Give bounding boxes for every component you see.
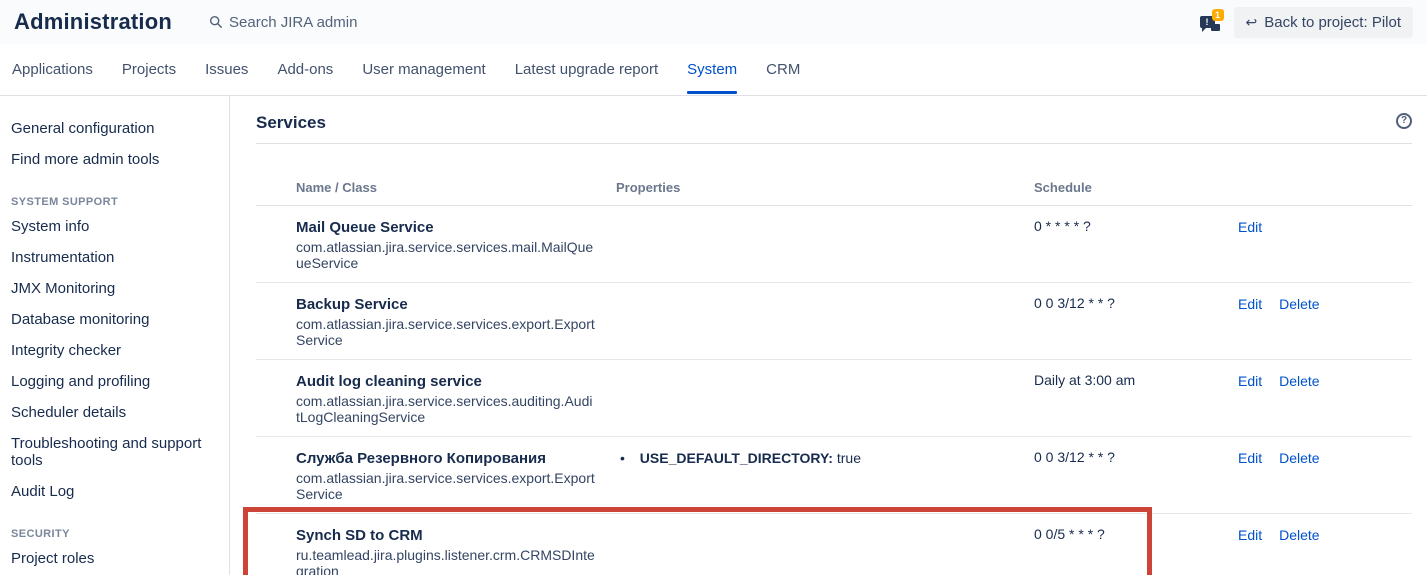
main-content: Services ? Name / Class Properties Sched… (230, 96, 1427, 575)
admin-nav-tabs: Applications Projects Issues Add-ons Use… (0, 44, 1427, 96)
edit-link[interactable]: Edit (1238, 372, 1262, 391)
notification-badge: 1 (1212, 9, 1224, 21)
page-title: Administration (14, 9, 172, 35)
sidebar-item-troubleshooting[interactable]: Troubleshooting and support tools (11, 428, 205, 476)
speech-bubble-small-icon (1211, 24, 1220, 31)
tab-projects[interactable]: Projects (122, 44, 176, 95)
delete-link[interactable]: Delete (1279, 526, 1319, 545)
table-row: Audit log cleaning service com.atlassian… (256, 360, 1412, 437)
delete-link[interactable]: Delete (1279, 449, 1319, 468)
service-schedule: 0 * * * * ? (1034, 206, 1228, 245)
search-input[interactable] (229, 14, 449, 31)
sidebar-heading-system-support: SYSTEM SUPPORT (11, 196, 205, 208)
tab-add-ons[interactable]: Add-ons (277, 44, 333, 95)
table-header-row: Name / Class Properties Schedule (256, 144, 1412, 206)
service-property: USE_DEFAULT_DIRECTORY: true (616, 449, 1034, 468)
tab-crm[interactable]: CRM (766, 44, 800, 95)
edit-link[interactable]: Edit (1238, 218, 1262, 237)
column-header-properties: Properties (616, 144, 1034, 205)
delete-link[interactable]: Delete (1279, 372, 1319, 391)
edit-link[interactable]: Edit (1238, 449, 1262, 468)
tab-applications[interactable]: Applications (12, 44, 93, 95)
admin-search (209, 14, 449, 31)
service-class: com.atlassian.jira.service.services.expo… (296, 470, 596, 502)
edit-link[interactable]: Edit (1238, 526, 1262, 545)
services-table: Name / Class Properties Schedule Mail Qu… (256, 144, 1412, 575)
sidebar-item-project-roles[interactable]: Project roles (11, 543, 205, 574)
tab-system[interactable]: System (687, 44, 737, 95)
service-schedule: 0 0 3/12 * * ? (1034, 437, 1228, 476)
back-button-label: Back to project: Pilot (1264, 14, 1401, 31)
service-schedule: 0 0 3/12 * * ? (1034, 283, 1228, 322)
sidebar-item-instrumentation[interactable]: Instrumentation (11, 242, 205, 273)
sidebar-item-database-monitoring[interactable]: Database monitoring (11, 304, 205, 335)
service-name: Backup Service (296, 295, 596, 314)
sidebar-item-find-more-admin-tools[interactable]: Find more admin tools (11, 144, 205, 175)
back-arrow-icon: ↩ (1246, 15, 1258, 29)
tab-issues[interactable]: Issues (205, 44, 248, 95)
sidebar-item-audit-log[interactable]: Audit Log (11, 476, 205, 507)
help-icon[interactable]: ? (1396, 113, 1412, 129)
table-row-highlighted: Synch SD to CRM ru.teamlead.jira.plugins… (256, 514, 1412, 575)
tab-user-management[interactable]: User management (362, 44, 485, 95)
sidebar-item-logging-and-profiling[interactable]: Logging and profiling (11, 366, 205, 397)
service-class: ru.teamlead.jira.plugins.listener.crm.CR… (296, 547, 596, 575)
service-name: Служба Резервного Копирования (296, 449, 596, 468)
property-value: true (837, 450, 861, 466)
service-class: com.atlassian.jira.service.services.expo… (296, 316, 596, 348)
search-icon (209, 15, 223, 29)
sidebar-item-scheduler-details[interactable]: Scheduler details (11, 397, 205, 428)
column-header-schedule: Schedule (1034, 144, 1228, 205)
table-row: Mail Queue Service com.atlassian.jira.se… (256, 206, 1412, 283)
sidebar-item-general-configuration[interactable]: General configuration (11, 113, 205, 144)
sidebar-item-system-info[interactable]: System info (11, 211, 205, 242)
service-name: Audit log cleaning service (296, 372, 596, 391)
admin-sidebar: General configuration Find more admin to… (0, 96, 230, 575)
notifications-button[interactable]: ! 1 (1200, 9, 1224, 35)
sidebar-item-integrity-checker[interactable]: Integrity checker (11, 335, 205, 366)
service-schedule: Daily at 3:00 am (1034, 360, 1228, 399)
column-header-name-class: Name / Class (256, 144, 616, 205)
column-header-actions (1228, 144, 1412, 190)
table-row: Служба Резервного Копирования com.atlass… (256, 437, 1412, 514)
top-header: Administration ! 1 ↩ Back to project: Pi… (0, 0, 1427, 44)
service-schedule: 0 0/5 * * * ? (1034, 514, 1228, 553)
service-class: com.atlassian.jira.service.services.audi… (296, 393, 596, 425)
header-right: ! 1 ↩ Back to project: Pilot (1200, 7, 1413, 38)
sidebar-item-jmx-monitoring[interactable]: JMX Monitoring (11, 273, 205, 304)
service-name: Mail Queue Service (296, 218, 596, 237)
services-title: Services (256, 113, 326, 133)
service-class: com.atlassian.jira.service.services.mail… (296, 239, 596, 271)
property-key: USE_DEFAULT_DIRECTORY: (640, 450, 833, 466)
tab-latest-upgrade-report[interactable]: Latest upgrade report (515, 44, 658, 95)
table-row: Backup Service com.atlassian.jira.servic… (256, 283, 1412, 360)
sidebar-heading-security: SECURITY (11, 528, 205, 540)
service-name: Synch SD to CRM (296, 526, 596, 545)
delete-link[interactable]: Delete (1279, 295, 1319, 314)
edit-link[interactable]: Edit (1238, 295, 1262, 314)
back-to-project-button[interactable]: ↩ Back to project: Pilot (1234, 7, 1413, 38)
